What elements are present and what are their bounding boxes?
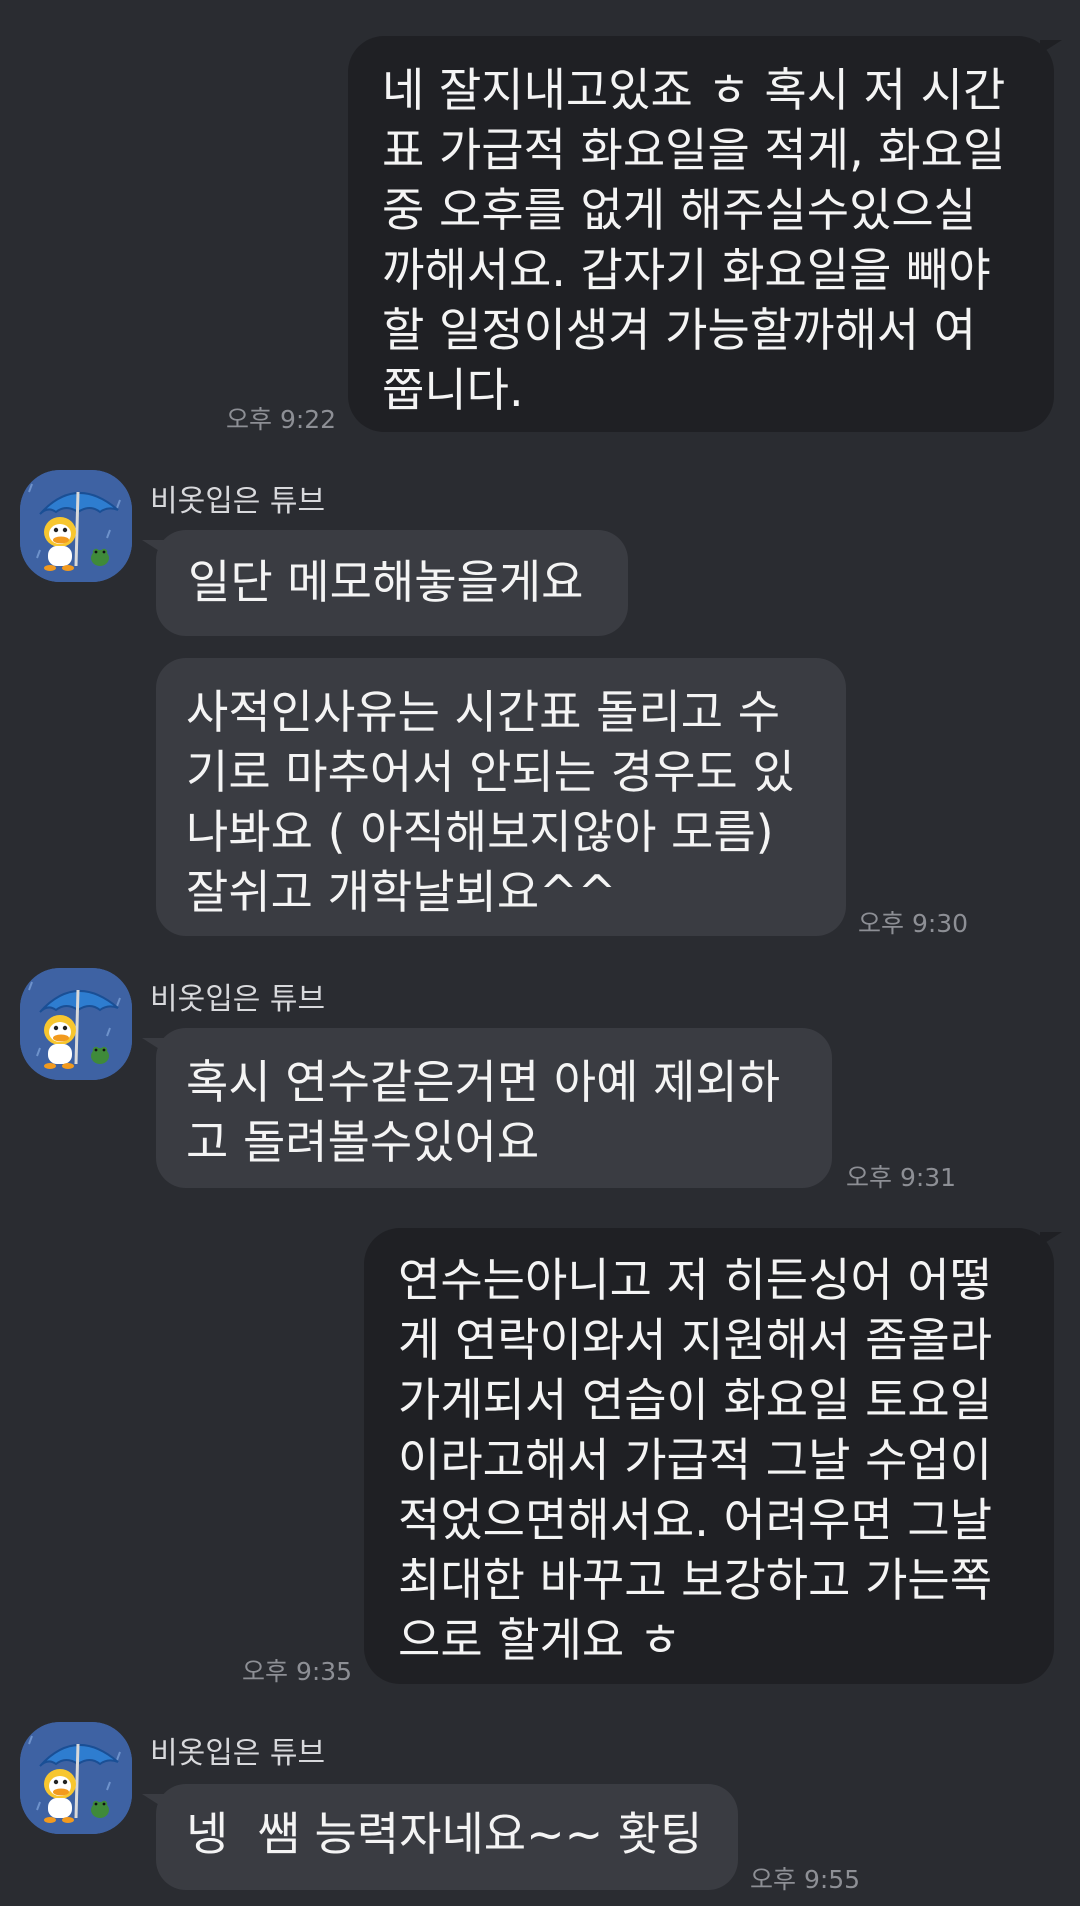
sent-bubble-tail: [1040, 1232, 1062, 1246]
message-timestamp: 오후 9:55: [750, 1865, 861, 1894]
sent-message-bubble[interactable]: 연수는아니고 저 히든싱어 어떻 게 연락이와서 지원해서 좀올라 가게되서 연…: [364, 1228, 1054, 1684]
sent-bubble-tail: [1040, 40, 1062, 54]
received-message-bubble[interactable]: 혹시 연수같은거면 아예 제외하 고 돌려볼수있어요: [156, 1028, 832, 1188]
sender-name[interactable]: 비옷입은 튜브: [150, 476, 325, 520]
received-bubble-tail: [142, 1038, 164, 1052]
tube-duck-umbrella-icon: [20, 1722, 132, 1834]
received-message-bubble[interactable]: 일단 메모해놓을게요: [156, 530, 628, 636]
message-timestamp: 오후 9:35: [242, 1657, 353, 1686]
sender-avatar[interactable]: [20, 1722, 132, 1834]
sender-name[interactable]: 비옷입은 튜브: [150, 1728, 325, 1772]
sender-name[interactable]: 비옷입은 튜브: [150, 974, 325, 1018]
received-bubble-tail: [142, 540, 164, 554]
tube-duck-umbrella-icon: [20, 470, 132, 582]
message-timestamp: 오후 9:22: [226, 405, 337, 434]
sender-avatar[interactable]: [20, 968, 132, 1080]
tube-duck-umbrella-icon: [20, 968, 132, 1080]
received-message-bubble[interactable]: 사적인사유는 시간표 돌리고 수 기로 마추어서 안되는 경우도 있 나봐요 (…: [156, 658, 846, 936]
sender-avatar[interactable]: [20, 470, 132, 582]
received-bubble-tail: [142, 1794, 164, 1808]
sent-message-bubble[interactable]: 네 잘지내고있죠 ㅎ 혹시 저 시간 표 가급적 화요일을 적게, 화요일 중 …: [348, 36, 1054, 432]
chat-message-list[interactable]: 네 잘지내고있죠 ㅎ 혹시 저 시간 표 가급적 화요일을 적게, 화요일 중 …: [0, 0, 1080, 1906]
message-timestamp: 오후 9:30: [858, 909, 969, 938]
message-timestamp: 오후 9:31: [846, 1163, 957, 1192]
received-message-bubble[interactable]: 넹 쌤 능력자네요~~ 홧팅: [156, 1784, 738, 1890]
